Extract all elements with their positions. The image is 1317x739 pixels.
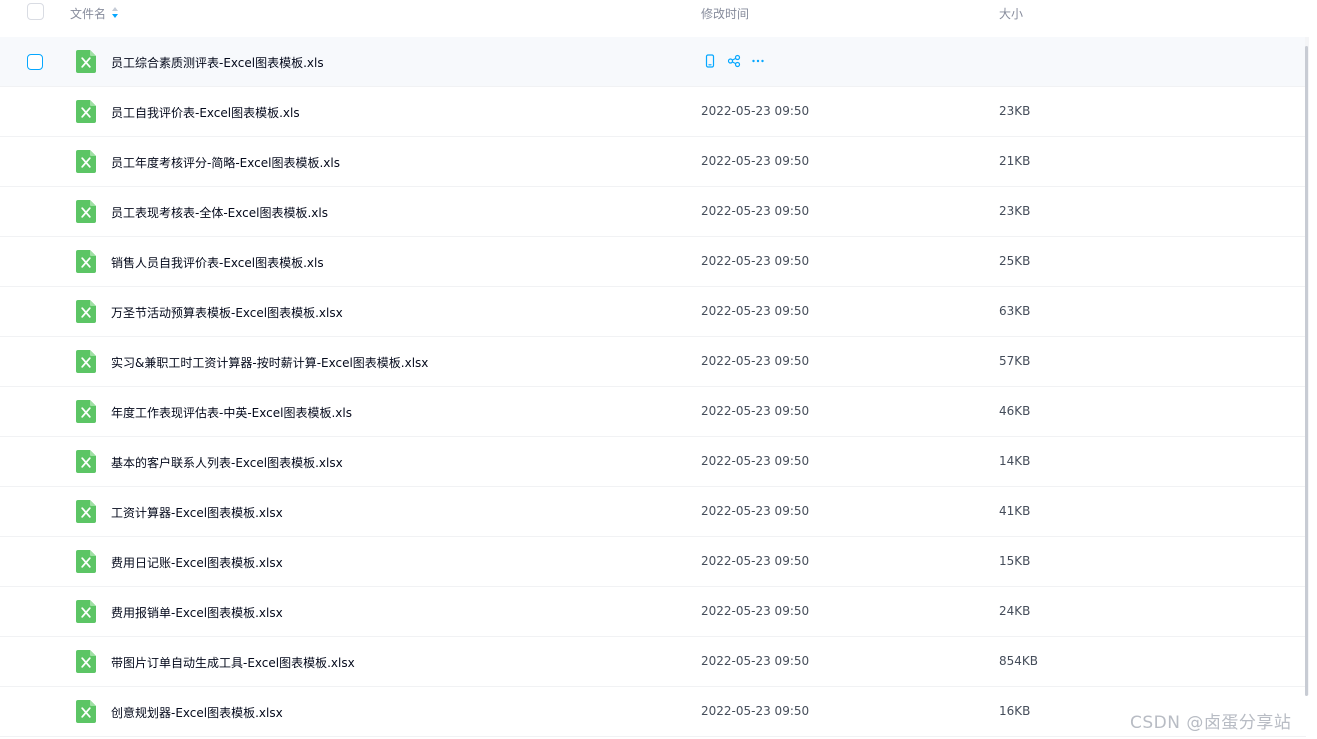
select-all-checkbox[interactable]: [27, 3, 44, 20]
file-name[interactable]: 员工自我评价表-Excel图表模板.xls: [111, 104, 300, 121]
excel-file-icon: [76, 100, 96, 123]
file-modified-time: 2022-05-23 09:50: [701, 454, 810, 468]
file-row[interactable]: 费用日记账-Excel图表模板.xlsx 2022-05-23 09:50 15KB: [0, 537, 1306, 587]
file-modified-time: 2022-05-23 09:50: [701, 604, 810, 618]
file-row[interactable]: 年度工作表现评估表-中英-Excel图表模板.xls 2022-05-23 09:…: [0, 387, 1306, 437]
column-header-modified[interactable]: 修改时间: [701, 5, 749, 22]
file-modified-time: 2022-05-23 09:50: [701, 154, 810, 168]
file-size: 24KB: [999, 604, 1031, 618]
file-name[interactable]: 万圣节活动预算表模板-Excel图表模板.xlsx: [111, 304, 343, 321]
file-row[interactable]: 员工自我评价表-Excel图表模板.xls 2022-05-23 09:50 23K…: [0, 87, 1306, 137]
file-row[interactable]: 员工表现考核表-全体-Excel图表模板.xls 2022-05-23 09:50…: [0, 187, 1306, 237]
excel-file-icon: [76, 200, 96, 223]
phone-icon[interactable]: [703, 54, 717, 68]
file-size: 15KB: [999, 554, 1031, 568]
column-header-name[interactable]: 文件名: [70, 5, 106, 22]
file-size: 63KB: [999, 304, 1031, 318]
excel-file-icon: [76, 150, 96, 173]
excel-file-icon: [76, 300, 96, 323]
more-icon[interactable]: [751, 54, 765, 68]
file-name[interactable]: 员工表现考核表-全体-Excel图表模板.xls: [111, 204, 328, 221]
file-name[interactable]: 基本的客户联系人列表-Excel图表模板.xlsx: [111, 454, 343, 471]
excel-file-icon: [76, 450, 96, 473]
excel-file-icon: [76, 500, 96, 523]
file-size: 21KB: [999, 154, 1031, 168]
file-size: 46KB: [999, 404, 1031, 418]
scrollbar-thumb[interactable]: [1305, 46, 1308, 696]
row-checkbox[interactable]: [27, 54, 43, 70]
file-modified-time: 2022-05-23 09:50: [701, 204, 810, 218]
excel-file-icon: [76, 550, 96, 573]
file-row[interactable]: 带图片订单自动生成工具-Excel图表模板.xlsx 2022-05-23 09:…: [0, 637, 1306, 687]
file-size: 23KB: [999, 204, 1031, 218]
file-row[interactable]: 员工年度考核评分-简略-Excel图表模板.xls 2022-05-23 09:5…: [0, 137, 1306, 187]
file-name[interactable]: 带图片订单自动生成工具-Excel图表模板.xlsx: [111, 654, 355, 671]
file-modified-time: 2022-05-23 09:50: [701, 554, 810, 568]
file-name[interactable]: 实习&兼职工时工资计算器-按时薪计算-Excel图表模板.xlsx: [111, 354, 428, 371]
share-icon[interactable]: [727, 54, 741, 68]
file-modified-time: 2022-05-23 09:50: [701, 354, 810, 368]
excel-file-icon: [76, 350, 96, 373]
file-name[interactable]: 费用日记账-Excel图表模板.xlsx: [111, 554, 283, 571]
file-name[interactable]: 费用报销单-Excel图表模板.xlsx: [111, 604, 283, 621]
watermark: CSDN @卤蛋分享站: [1130, 713, 1292, 733]
file-row[interactable]: 工资计算器-Excel图表模板.xlsx 2022-05-23 09:50 41KB: [0, 487, 1306, 537]
file-modified-time: 2022-05-23 09:50: [701, 704, 810, 718]
file-name[interactable]: 创意规划器-Excel图表模板.xlsx: [111, 704, 283, 721]
file-row[interactable]: 销售人员自我评价表-Excel图表模板.xls 2022-05-23 09:50 2…: [0, 237, 1306, 287]
file-size: 23KB: [999, 104, 1031, 118]
column-header-size[interactable]: 大小: [999, 5, 1023, 22]
file-size: 14KB: [999, 454, 1031, 468]
file-list: 文件名 修改时间 大小 员工综合素质测评表-Excel图表模板.xls 员工自我评…: [0, 0, 1317, 739]
file-row[interactable]: 费用报销单-Excel图表模板.xlsx 2022-05-23 09:50 24KB: [0, 587, 1306, 637]
file-name[interactable]: 员工年度考核评分-简略-Excel图表模板.xls: [111, 154, 340, 171]
file-row[interactable]: 基本的客户联系人列表-Excel图表模板.xlsx 2022-05-23 09:5…: [0, 437, 1306, 487]
file-size: 25KB: [999, 254, 1031, 268]
excel-file-icon: [76, 400, 96, 423]
file-row[interactable]: 员工综合素质测评表-Excel图表模板.xls: [0, 37, 1306, 87]
file-name[interactable]: 员工综合素质测评表-Excel图表模板.xls: [111, 54, 324, 71]
file-modified-time: 2022-05-23 09:50: [701, 104, 810, 118]
excel-file-icon: [76, 250, 96, 273]
file-row[interactable]: 创意规划器-Excel图表模板.xlsx 2022-05-23 09:50 16KB: [0, 687, 1306, 737]
file-size: 41KB: [999, 504, 1031, 518]
file-row[interactable]: 实习&兼职工时工资计算器-按时薪计算-Excel图表模板.xlsx 2022-05…: [0, 337, 1306, 387]
file-size: 16KB: [999, 704, 1031, 718]
file-name[interactable]: 年度工作表现评估表-中英-Excel图表模板.xls: [111, 404, 352, 421]
file-name[interactable]: 工资计算器-Excel图表模板.xlsx: [111, 504, 283, 521]
excel-file-icon: [76, 50, 96, 73]
excel-file-icon: [76, 650, 96, 673]
file-modified-time: 2022-05-23 09:50: [701, 504, 810, 518]
file-size: 854KB: [999, 654, 1039, 668]
file-rows: 员工综合素质测评表-Excel图表模板.xls 员工自我评价表-Excel图表模板…: [0, 37, 1306, 737]
file-modified-time: 2022-05-23 09:50: [701, 304, 810, 318]
file-modified-time: 2022-05-23 09:50: [701, 404, 810, 418]
file-row[interactable]: 万圣节活动预算表模板-Excel图表模板.xlsx 2022-05-23 09:5…: [0, 287, 1306, 337]
sort-ascending-icon[interactable]: [111, 6, 119, 19]
excel-file-icon: [76, 600, 96, 623]
file-size: 57KB: [999, 354, 1031, 368]
file-modified-time: 2022-05-23 09:50: [701, 254, 810, 268]
file-name[interactable]: 销售人员自我评价表-Excel图表模板.xls: [111, 254, 324, 271]
table-header: 文件名 修改时间 大小: [0, 0, 1306, 26]
excel-file-icon: [76, 700, 96, 723]
file-modified-time: 2022-05-23 09:50: [701, 654, 810, 668]
